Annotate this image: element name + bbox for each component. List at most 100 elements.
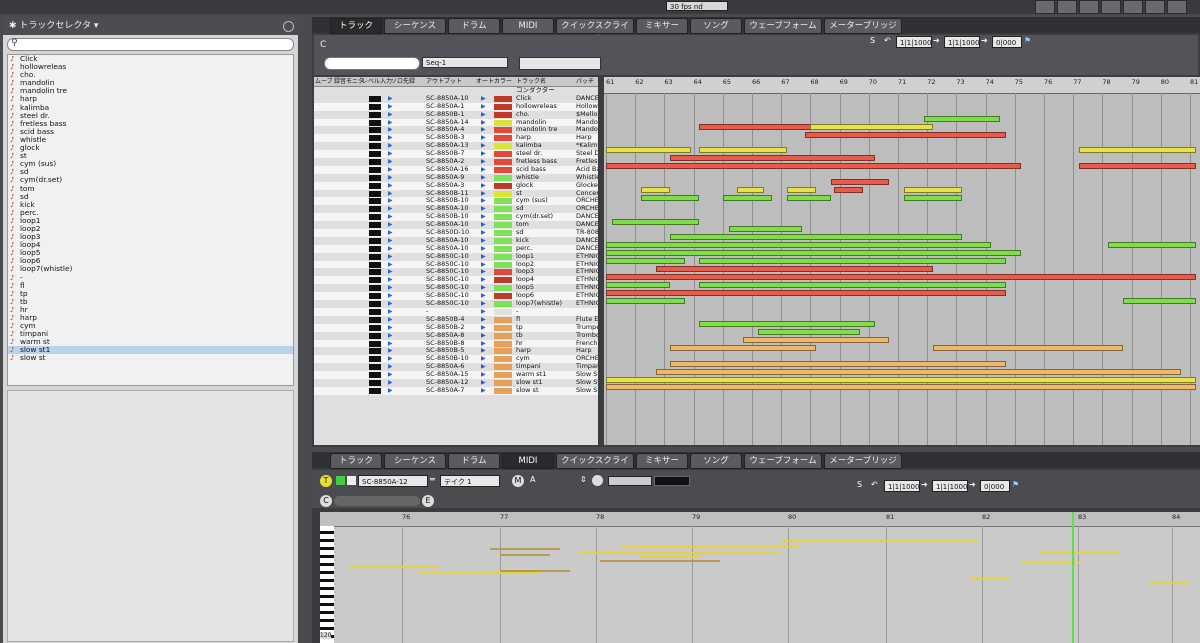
col-level[interactable]: レベル <box>362 77 380 86</box>
fps-select[interactable]: 30 fps nd <box>666 1 728 11</box>
track-patch[interactable]: Concer <box>576 190 598 198</box>
input-arrow-icon[interactable]: ▶ <box>388 229 393 237</box>
mute-button[interactable]: M <box>512 475 524 487</box>
piano-roll[interactable]: 76 77 78 79 80 81 82 83 84 120 <box>320 512 1200 643</box>
track-color-swatch[interactable] <box>494 348 512 355</box>
arrow-right-icon[interactable]: ➜ <box>921 480 928 489</box>
midi-note[interactable] <box>600 560 720 562</box>
take-select[interactable]: テイク 1 <box>440 475 500 487</box>
track-row[interactable]: ▶ SC-8850A-7 ▶ slow st Slow St <box>314 386 598 395</box>
arrow-right-icon[interactable]: ➜ <box>933 36 940 45</box>
track-patch[interactable]: $Mello <box>576 111 598 119</box>
input-arrow-icon[interactable]: ▶ <box>388 284 393 292</box>
input-arrow-icon[interactable]: ▶ <box>388 134 393 142</box>
track-color-swatch[interactable] <box>494 111 512 118</box>
midi-note[interactable] <box>1040 552 1120 554</box>
up-down-icon[interactable]: ⇕ <box>580 475 587 484</box>
track-color-swatch[interactable] <box>494 285 512 292</box>
track-color-swatch[interactable] <box>494 182 512 189</box>
automation-play-icon[interactable]: ▶ <box>481 284 486 292</box>
col-solo[interactable]: ソロ先録 <box>391 77 415 86</box>
track-patch[interactable]: *Kalim <box>576 142 598 150</box>
track-patch[interactable]: Harp <box>576 134 598 142</box>
midi-clip[interactable] <box>699 123 817 130</box>
track-color-swatch[interactable] <box>494 190 512 197</box>
midi-search-input[interactable] <box>334 496 420 506</box>
track-color-swatch[interactable] <box>494 222 512 229</box>
track-patch[interactable]: ETHNIC <box>576 261 598 269</box>
tab-1[interactable]: シーケンス <box>384 18 446 34</box>
input-arrow-icon[interactable]: ▶ <box>388 387 393 395</box>
input-arrow-icon[interactable]: ▶ <box>388 142 393 150</box>
transport-button[interactable] <box>1057 0 1077 14</box>
track-patch[interactable]: Whistle <box>576 174 598 182</box>
return-icon[interactable]: ↶ <box>871 480 878 489</box>
track-color-swatch[interactable] <box>494 95 512 102</box>
input-arrow-icon[interactable]: ▶ <box>388 292 393 300</box>
track-selector-item[interactable]: ♪ cym (sus) <box>8 160 293 169</box>
track-color-swatch[interactable] <box>494 135 512 142</box>
midi-clip[interactable] <box>655 368 1182 375</box>
track-color-swatch[interactable] <box>494 253 512 260</box>
input-arrow-icon[interactable]: ▶ <box>388 276 393 284</box>
track-color-swatch[interactable] <box>494 174 512 181</box>
transport-button[interactable] <box>1079 0 1099 14</box>
track-patch[interactable]: Trombo <box>576 332 598 340</box>
track-patch[interactable]: ETHNIC <box>576 284 598 292</box>
midi-clip[interactable] <box>641 186 671 193</box>
sequence-select[interactable]: Seq-1 <box>422 57 508 68</box>
track-selector-item[interactable]: ♪ tp <box>8 289 293 298</box>
track-color-swatch[interactable] <box>494 316 512 323</box>
midi-clip[interactable] <box>722 194 773 201</box>
track-color-swatch[interactable] <box>494 159 512 166</box>
track-patch[interactable]: DANCE <box>576 245 598 253</box>
track-color-swatch[interactable] <box>494 277 512 284</box>
automation-play-icon[interactable]: ▶ <box>481 300 486 308</box>
midi-note[interactable] <box>350 566 440 568</box>
conductor-button[interactable]: C <box>320 40 326 50</box>
midi-clip[interactable] <box>903 194 963 201</box>
track-color-swatch[interactable] <box>494 379 512 386</box>
midi-note[interactable] <box>420 572 540 574</box>
automation-play-icon[interactable]: ▶ <box>481 142 486 150</box>
track-selector-item[interactable]: ♪ slow st1 <box>8 346 293 355</box>
midi-note[interactable] <box>1020 562 1080 564</box>
midi-clip[interactable] <box>606 297 685 304</box>
track-patch[interactable]: Hollow <box>576 103 598 111</box>
playhead[interactable] <box>1072 512 1074 643</box>
midi-clip[interactable] <box>670 234 963 241</box>
midi-clip[interactable] <box>1079 147 1196 154</box>
midi-clip[interactable] <box>699 321 875 328</box>
track-color-swatch[interactable] <box>494 103 512 110</box>
return-icon[interactable]: ↶ <box>884 36 891 45</box>
track-patch[interactable]: ORCHE <box>576 355 598 363</box>
automation-play-icon[interactable]: ▶ <box>481 340 486 348</box>
midi-clip[interactable] <box>606 242 992 249</box>
automation-play-icon[interactable]: ▶ <box>481 182 486 190</box>
automation-play-icon[interactable]: ▶ <box>481 261 486 269</box>
track-color-swatch[interactable] <box>494 143 512 150</box>
automation-play-icon[interactable]: ▶ <box>481 237 486 245</box>
midi-clip[interactable] <box>1079 163 1196 170</box>
col-rec[interactable]: 録音 <box>334 77 346 86</box>
input-arrow-icon[interactable]: ▶ <box>388 237 393 245</box>
track-selector-item[interactable]: ♪ loop1 <box>8 216 293 225</box>
midi-clip[interactable] <box>810 123 934 130</box>
track-color-swatch[interactable] <box>494 293 512 300</box>
track-patch[interactable]: ORCHE <box>576 205 598 213</box>
track-selector-item[interactable]: ♪ hr <box>8 305 293 314</box>
midi-note[interactable] <box>500 570 570 572</box>
midi-locator-1[interactable]: 1|1|1000 <box>884 480 920 492</box>
midi-clip[interactable] <box>699 147 788 154</box>
track-selector-item[interactable]: ♪ tom <box>8 184 293 193</box>
midi-locator-3[interactable]: 0|000 <box>980 480 1010 492</box>
midi-clip[interactable] <box>606 281 671 288</box>
midi-note[interactable] <box>620 546 800 548</box>
input-arrow-icon[interactable]: ▶ <box>388 95 393 103</box>
track-row[interactable]: ▶ SC-8850C-10 ▶ loop7(whistle) ETHNIC <box>314 299 598 308</box>
record-status-icon[interactable] <box>347 476 356 485</box>
tab-6[interactable]: ソング <box>690 18 742 34</box>
automation-play-icon[interactable]: ▶ <box>481 253 486 261</box>
sequence-filter-select[interactable] <box>519 57 601 70</box>
input-arrow-icon[interactable]: ▶ <box>388 340 393 348</box>
